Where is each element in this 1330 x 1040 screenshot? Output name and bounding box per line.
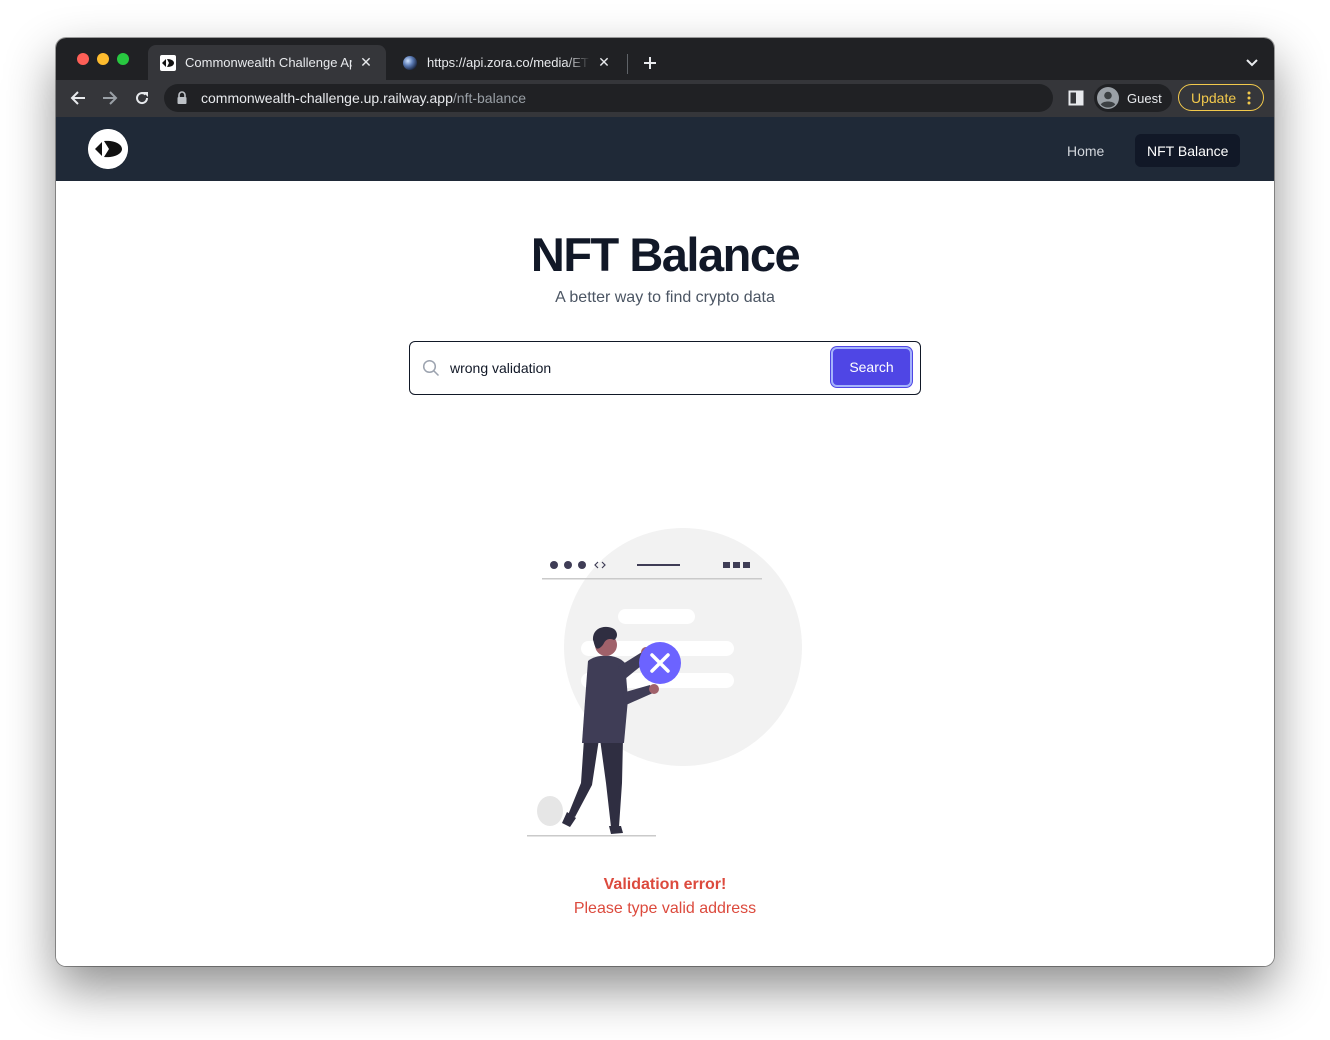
globe-icon	[403, 55, 417, 70]
error-illustration	[527, 528, 802, 837]
tab-zora-api[interactable]: https://api.zora.co/media/ETHEREUM ✕	[390, 45, 624, 80]
page-title: NFT Balance	[530, 228, 801, 281]
address-bar[interactable]: commonwealth-challenge.up.railway.app/nf…	[164, 84, 1053, 112]
maximize-window-button[interactable]	[117, 53, 129, 65]
user-avatar-icon	[1097, 87, 1119, 109]
search-button[interactable]: Search	[831, 347, 912, 387]
app-favicon-icon	[160, 54, 176, 71]
close-window-button[interactable]	[77, 53, 89, 65]
search-icon	[422, 359, 440, 377]
close-tab-icon[interactable]: ✕	[358, 54, 374, 71]
browser-window: Commonwealth Challenge App ✕ https://api…	[56, 38, 1274, 966]
close-tab-icon[interactable]: ✕	[596, 54, 612, 71]
lock-icon	[177, 91, 187, 104]
more-vertical-icon[interactable]	[1247, 91, 1251, 105]
tab-divider	[627, 54, 628, 74]
url-path: /nft-balance	[452, 90, 527, 106]
nav-home-link[interactable]: Home	[1055, 134, 1116, 167]
url-text: commonwealth-challenge.up.railway.app/nf…	[201, 90, 526, 106]
url-host: commonwealth-challenge.up.railway.app	[201, 90, 453, 106]
minimize-window-button[interactable]	[97, 53, 109, 65]
error-title: Validation error!	[603, 876, 727, 893]
profile-label: Guest	[1127, 90, 1162, 106]
search-input[interactable]	[450, 354, 820, 382]
page-subtitle: A better way to find crypto data	[555, 289, 775, 306]
update-label: Update	[1191, 89, 1237, 106]
site-header: Home NFT Balance	[56, 117, 1274, 181]
new-tab-plus-icon[interactable]	[639, 52, 661, 74]
update-button[interactable]: Update	[1178, 84, 1264, 111]
tab-title: https://api.zora.co/media/ETHEREUM	[427, 55, 590, 70]
error-message: Please type valid address	[573, 900, 757, 917]
browser-toolbar: commonwealth-challenge.up.railway.app/nf…	[56, 80, 1274, 117]
brand-logo-icon[interactable]	[88, 129, 128, 169]
side-panel-icon[interactable]	[1068, 90, 1084, 106]
reload-icon[interactable]	[132, 88, 152, 108]
forward-arrow-icon[interactable]	[100, 88, 120, 108]
back-arrow-icon[interactable]	[68, 88, 88, 108]
search-form: Search	[409, 341, 921, 395]
tab-strip: Commonwealth Challenge App ✕ https://api…	[56, 38, 1274, 80]
main-content: NFT Balance A better way to find crypto …	[56, 181, 1274, 966]
profile-button[interactable]: Guest	[1094, 84, 1172, 112]
tab-search-chevron-icon[interactable]	[1244, 54, 1260, 70]
nav-nft-balance-link[interactable]: NFT Balance	[1135, 134, 1241, 167]
tab-commonwealth[interactable]: Commonwealth Challenge App ✕	[148, 45, 386, 80]
tab-title: Commonwealth Challenge App	[185, 55, 352, 70]
